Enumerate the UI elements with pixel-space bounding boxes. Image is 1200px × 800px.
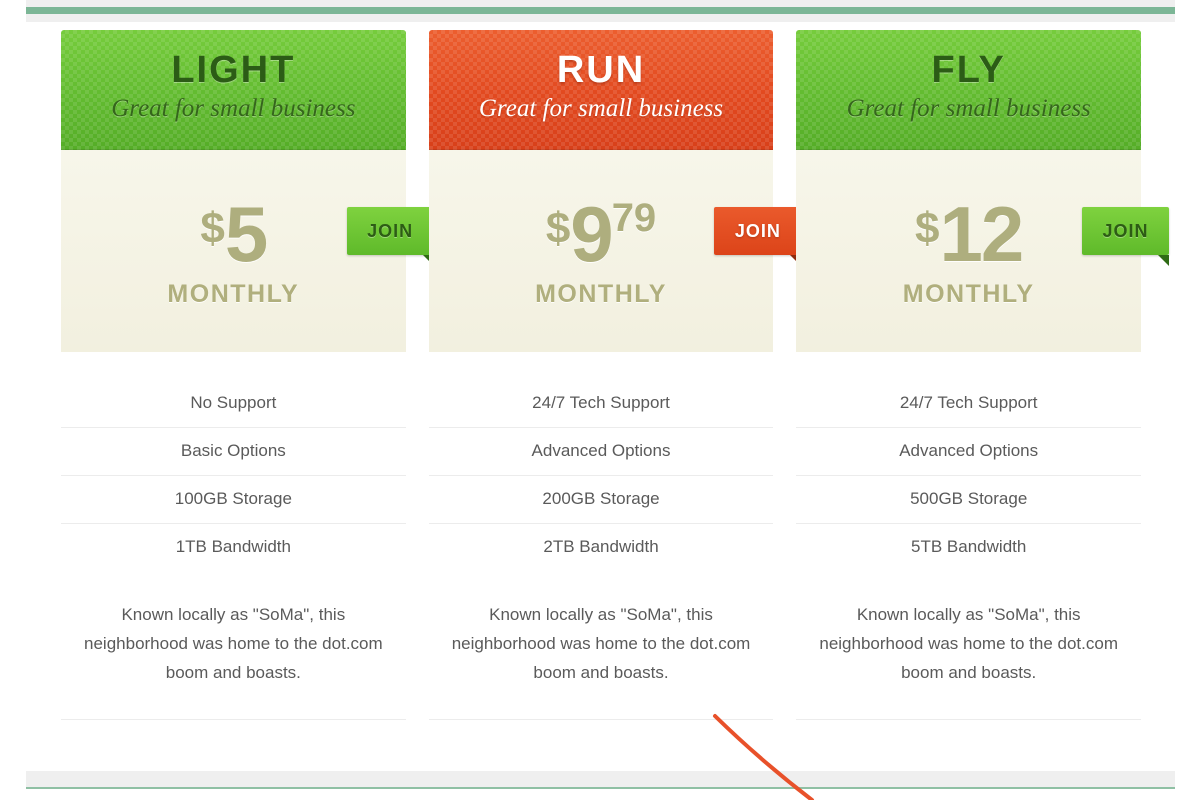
feature-item: No Support xyxy=(61,380,406,428)
bottom-accent-rule xyxy=(26,787,1175,789)
join-button[interactable]: JOIN xyxy=(1082,207,1170,266)
plan-tagline: Great for small business xyxy=(478,95,724,122)
plan-tagline: Great for small business xyxy=(846,95,1091,122)
join-button[interactable]: JOIN xyxy=(714,207,802,266)
ribbon-fold-icon xyxy=(1158,255,1170,266)
feature-item: 2TB Bandwidth xyxy=(543,537,659,556)
plan-tagline: Great for small business xyxy=(111,95,356,122)
top-chrome-bar xyxy=(26,0,1175,22)
feature-item: 1TB Bandwidth xyxy=(175,537,291,556)
top-accent-rule xyxy=(26,7,1175,14)
price-currency-symbol: $ xyxy=(545,204,571,253)
plan-description: Known locally as "SoMa", this neighborho… xyxy=(451,605,751,682)
price-currency-symbol: $ xyxy=(915,204,940,253)
feature-item: Advanced Options xyxy=(428,428,774,476)
feature-item: Basic Options xyxy=(61,428,406,476)
plan-header: FLY Great for small business xyxy=(796,30,1142,150)
plan-card-run: RUN Great for small business $979 MONTHLY JO… xyxy=(428,30,802,720)
price-currency-symbol: $ xyxy=(200,204,225,253)
price-whole: 5 xyxy=(224,190,268,278)
price-whole: 12 xyxy=(939,190,1025,278)
feature-item: 200GB Storage xyxy=(428,476,774,524)
feature-list: 24/7 Tech Support Advanced Options 200GB S… xyxy=(428,352,774,571)
plan-name: FLY xyxy=(931,49,1006,91)
plan-description: Known locally as "SoMa", this neighborho… xyxy=(84,605,383,682)
plan-card-light: LIGHT Great for small business $5 MONTHLY JO… xyxy=(61,30,434,720)
price-panel: $12 MONTHLY JOIN xyxy=(796,150,1170,352)
join-button-label: JOIN xyxy=(734,220,781,241)
price-amount: $979 xyxy=(546,195,656,273)
feature-item: 24/7 Tech Support xyxy=(796,380,1142,428)
plan-name: RUN xyxy=(556,49,646,91)
pricing-table: LIGHT Great for small business $5 MONTHLY JO… xyxy=(61,30,1170,720)
plan-description: Known locally as "SoMa", this neighborho… xyxy=(819,605,1118,682)
plan-card-fly: FLY Great for small business $12 MONTHLY JOI… xyxy=(796,30,1170,720)
price-amount: $12 xyxy=(915,195,1024,273)
join-button-label: JOIN xyxy=(367,220,414,241)
plan-footer-rule xyxy=(796,719,1142,720)
price-amount: $5 xyxy=(200,195,268,273)
feature-item: 500GB Storage xyxy=(796,476,1142,524)
price-panel: $5 MONTHLY JOIN xyxy=(61,150,434,352)
plan-footer-rule xyxy=(61,719,406,720)
feature-item: 100GB Storage xyxy=(61,476,406,524)
feature-item: 5TB Bandwidth xyxy=(911,537,1027,556)
price-panel: $979 MONTHLY JOIN xyxy=(428,150,802,352)
price-period: MONTHLY xyxy=(535,280,667,308)
plan-name: LIGHT xyxy=(171,49,296,91)
price-whole: 9 xyxy=(570,190,613,278)
feature-item: 24/7 Tech Support xyxy=(428,380,774,428)
bottom-chrome-bar xyxy=(26,771,1175,789)
plan-footer-rule xyxy=(428,719,774,720)
join-button-label: JOIN xyxy=(1102,220,1149,241)
plan-header: RUN Great for small business xyxy=(428,30,774,150)
price-period: MONTHLY xyxy=(902,280,1035,308)
price-period: MONTHLY xyxy=(167,280,300,308)
feature-list: 24/7 Tech Support Advanced Options 500GB S… xyxy=(796,352,1142,571)
feature-item: Advanced Options xyxy=(796,428,1142,476)
feature-list: No Support Basic Options 100GB Storage 1TB … xyxy=(61,352,406,571)
plan-header: LIGHT Great for small business xyxy=(61,30,406,150)
price-cents: 79 xyxy=(611,196,657,240)
join-button[interactable]: JOIN xyxy=(346,207,434,266)
